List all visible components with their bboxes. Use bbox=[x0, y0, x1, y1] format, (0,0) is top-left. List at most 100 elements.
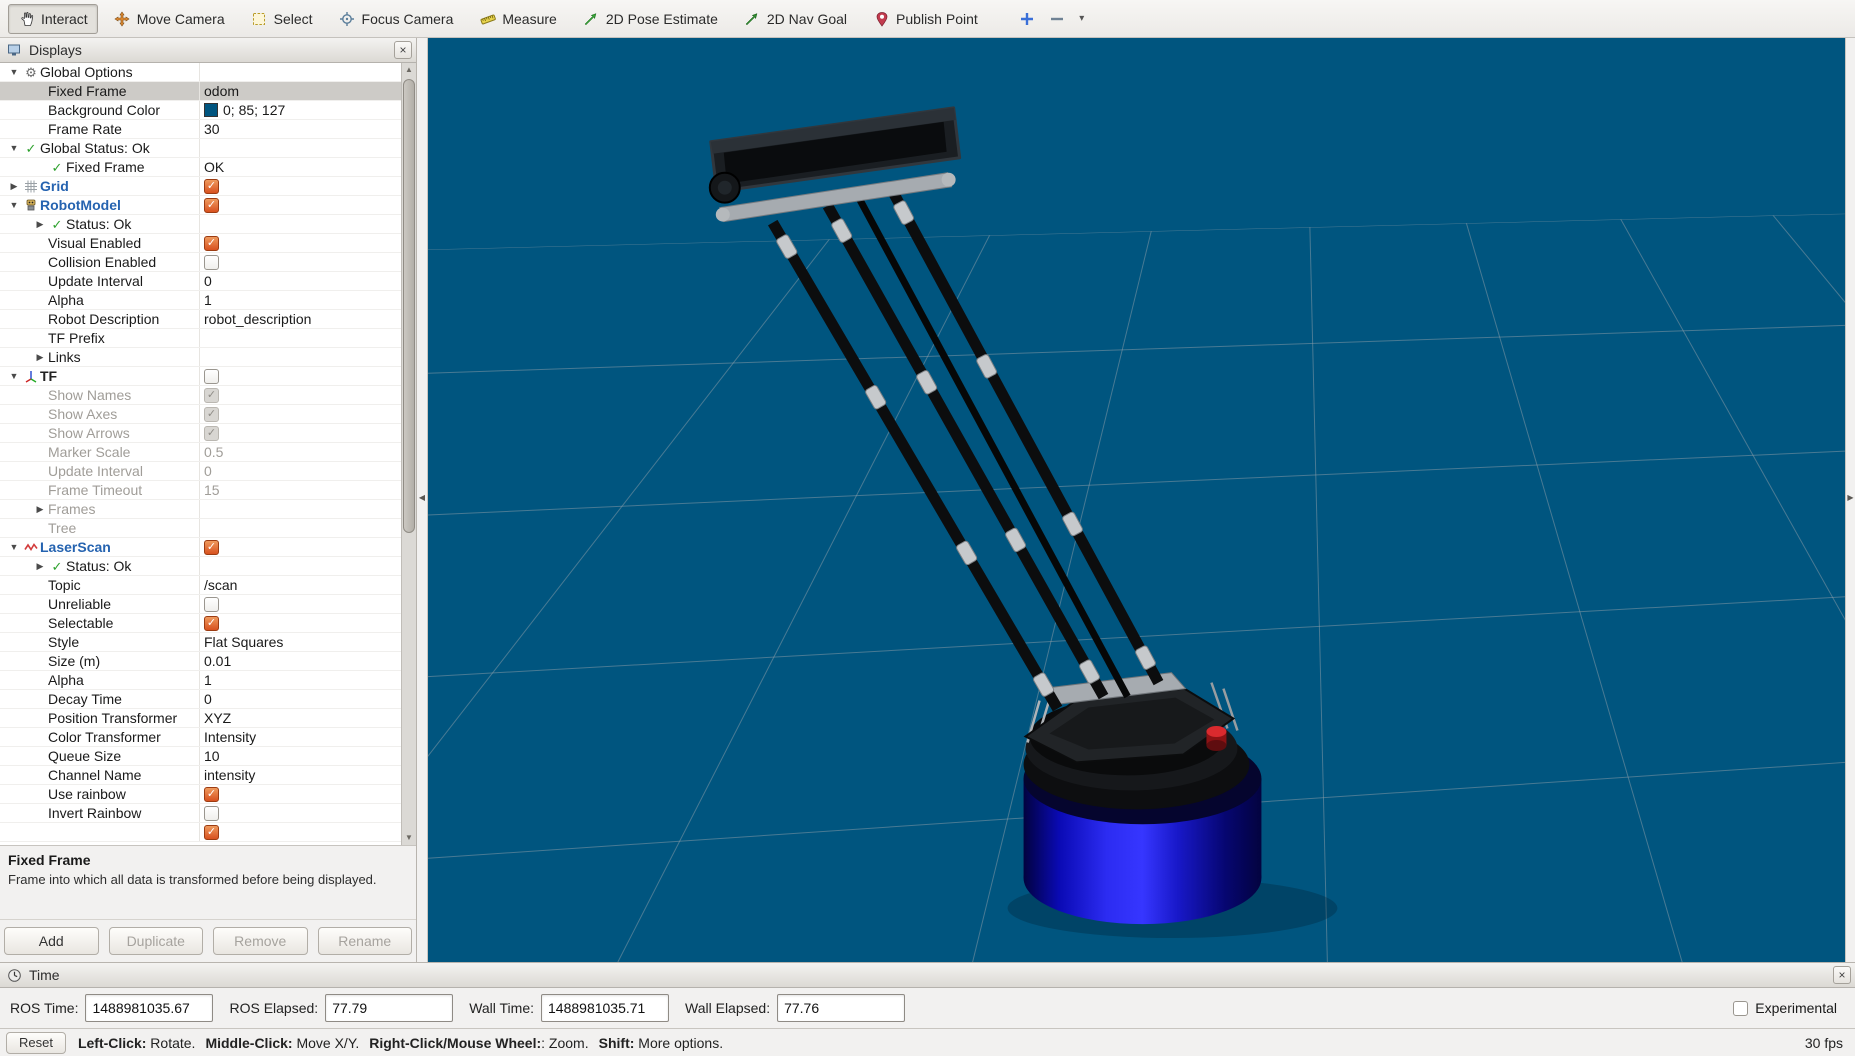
remove-tool-button[interactable] bbox=[1044, 6, 1070, 32]
property-value-cell[interactable]: XYZ bbox=[200, 709, 401, 727]
property-value-cell[interactable]: odom bbox=[200, 82, 401, 100]
expander-open-icon[interactable]: ▼ bbox=[6, 196, 22, 214]
property-value-cell[interactable]: ✓ bbox=[200, 234, 401, 252]
tool-select[interactable]: Select bbox=[241, 4, 323, 34]
property-value-cell[interactable]: /scan bbox=[200, 576, 401, 594]
checkbox-checked[interactable]: ✓ bbox=[204, 786, 219, 802]
property-value-cell[interactable]: 0 bbox=[200, 462, 401, 480]
property-value[interactable]: OK bbox=[204, 158, 224, 176]
displays-panel-header[interactable]: Displays × bbox=[0, 38, 416, 63]
property-value-cell[interactable]: ✓ bbox=[200, 614, 401, 632]
tool-2d-pose-estimate[interactable]: 2D Pose Estimate bbox=[573, 4, 728, 34]
checkbox-unchecked[interactable] bbox=[204, 254, 219, 270]
checkbox-checked[interactable]: ✓ bbox=[204, 539, 219, 555]
property-value[interactable]: 1 bbox=[204, 671, 212, 689]
property-value-cell[interactable]: OK bbox=[200, 158, 401, 176]
tree-row-grid[interactable]: ▶ Grid ✓ bbox=[0, 177, 401, 196]
expander-closed-icon[interactable]: ▶ bbox=[32, 215, 48, 233]
tree-row-visual-enabled[interactable]: Visual Enabled ✓ bbox=[0, 234, 401, 253]
displays-close-button[interactable]: × bbox=[394, 41, 412, 59]
duplicate-button[interactable]: Duplicate bbox=[108, 927, 203, 955]
checkbox-unchecked[interactable] bbox=[204, 596, 219, 612]
checkbox-checked[interactable]: ✓ bbox=[204, 178, 219, 194]
checkbox-checked[interactable]: ✓ bbox=[204, 235, 219, 251]
tree-row-selectable[interactable]: Selectable ✓ bbox=[0, 614, 401, 633]
expander-open-icon[interactable]: ▼ bbox=[6, 139, 22, 157]
tool-measure[interactable]: Measure bbox=[469, 4, 566, 34]
property-value-cell[interactable] bbox=[200, 329, 401, 347]
tree-row-update-interval[interactable]: Update Interval 0 bbox=[0, 462, 401, 481]
tool-move-camera[interactable]: Move Camera bbox=[104, 4, 235, 34]
property-value-cell[interactable]: ✓ bbox=[200, 538, 401, 556]
tree-row-style[interactable]: Style Flat Squares bbox=[0, 633, 401, 652]
property-value[interactable]: 10 bbox=[204, 747, 220, 765]
tree-row-show-arrows[interactable]: Show Arrows ✓ bbox=[0, 424, 401, 443]
property-value-cell[interactable]: 15 bbox=[200, 481, 401, 499]
property-value[interactable]: 0 bbox=[204, 462, 212, 480]
tree-row-update-interval[interactable]: Update Interval 0 bbox=[0, 272, 401, 291]
checkbox-unchecked[interactable] bbox=[204, 368, 219, 384]
property-value-cell[interactable]: 1 bbox=[200, 671, 401, 689]
experimental-toggle[interactable]: Experimental bbox=[1733, 1000, 1837, 1016]
tree-row-global-status-ok[interactable]: ▼ ✓ Global Status: Ok bbox=[0, 139, 401, 158]
tree-row-fixed-frame[interactable]: ✓ Fixed Frame OK bbox=[0, 158, 401, 177]
property-value[interactable]: XYZ bbox=[204, 709, 231, 727]
property-value[interactable]: 0.01 bbox=[204, 652, 231, 670]
tree-row-unreliable[interactable]: Unreliable bbox=[0, 595, 401, 614]
property-value-cell[interactable]: ✓ bbox=[200, 177, 401, 195]
tool-focus-camera[interactable]: Focus Camera bbox=[329, 4, 464, 34]
collapse-left-icon[interactable]: ◀ bbox=[417, 493, 427, 502]
property-value-cell[interactable]: 0 bbox=[200, 272, 401, 290]
expander-closed-icon[interactable]: ▶ bbox=[32, 557, 48, 575]
scroll-down-icon[interactable]: ▼ bbox=[402, 831, 416, 845]
tree-row-global-options[interactable]: ▼ ⚙ Global Options bbox=[0, 63, 401, 82]
expander-closed-icon[interactable]: ▶ bbox=[32, 500, 48, 518]
tree-row-tf-prefix[interactable]: TF Prefix bbox=[0, 329, 401, 348]
scrollbar-thumb[interactable] bbox=[403, 79, 415, 533]
remove-button[interactable]: Remove bbox=[213, 927, 308, 955]
tree-row[interactable]: ✓ bbox=[0, 823, 401, 842]
property-value[interactable]: 1 bbox=[204, 291, 212, 309]
time-close-button[interactable]: × bbox=[1833, 966, 1851, 984]
property-value-cell[interactable]: ✓ bbox=[200, 785, 401, 803]
tree-row-frame-rate[interactable]: Frame Rate 30 bbox=[0, 120, 401, 139]
time-field-value[interactable]: 77.79 bbox=[325, 994, 454, 1022]
tree-row-laserscan[interactable]: ▼ LaserScan ✓ bbox=[0, 538, 401, 557]
3d-viewport[interactable] bbox=[428, 38, 1845, 962]
property-value[interactable]: Flat Squares bbox=[204, 633, 283, 651]
property-value-cell[interactable]: Intensity bbox=[200, 728, 401, 746]
tree-row-robotmodel[interactable]: ▼ RobotModel ✓ bbox=[0, 196, 401, 215]
collapse-right-icon[interactable]: ▶ bbox=[1846, 493, 1855, 502]
expander-open-icon[interactable]: ▼ bbox=[6, 538, 22, 556]
tree-row-robot-description[interactable]: Robot Description robot_description bbox=[0, 310, 401, 329]
tree-row-marker-scale[interactable]: Marker Scale 0.5 bbox=[0, 443, 401, 462]
checkbox-checked[interactable]: ✓ bbox=[204, 197, 219, 213]
property-value-cell[interactable]: 30 bbox=[200, 120, 401, 138]
tree-row-fixed-frame[interactable]: Fixed Frame odom bbox=[0, 82, 401, 101]
time-field-value[interactable]: 1488981035.67 bbox=[85, 994, 214, 1022]
tree-row-decay-time[interactable]: Decay Time 0 bbox=[0, 690, 401, 709]
tree-row-collision-enabled[interactable]: Collision Enabled bbox=[0, 253, 401, 272]
tree-row-frame-timeout[interactable]: Frame Timeout 15 bbox=[0, 481, 401, 500]
tool-options-dropdown[interactable]: ▾ bbox=[1074, 6, 1090, 32]
tree-row-position-transformer[interactable]: Position Transformer XYZ bbox=[0, 709, 401, 728]
property-value-cell[interactable]: ✓ bbox=[200, 424, 401, 442]
property-value-cell[interactable]: ✓ bbox=[200, 405, 401, 423]
property-value[interactable]: intensity bbox=[204, 766, 255, 784]
property-value-cell[interactable]: 0; 85; 127 bbox=[200, 101, 401, 119]
add-button[interactable]: Add bbox=[4, 927, 99, 955]
property-value-cell[interactable]: Flat Squares bbox=[200, 633, 401, 651]
tree-row-background-color[interactable]: Background Color 0; 85; 127 bbox=[0, 101, 401, 120]
tree-row-status-ok[interactable]: ▶ ✓ Status: Ok bbox=[0, 557, 401, 576]
tree-row-color-transformer[interactable]: Color Transformer Intensity bbox=[0, 728, 401, 747]
expander-open-icon[interactable]: ▼ bbox=[6, 367, 22, 385]
color-swatch[interactable] bbox=[204, 103, 218, 117]
tree-row-show-names[interactable]: Show Names ✓ bbox=[0, 386, 401, 405]
displays-scrollbar[interactable]: ▲ ▼ bbox=[401, 63, 416, 845]
tool-interact[interactable]: Interact bbox=[8, 3, 98, 34]
property-value[interactable]: 0.5 bbox=[204, 443, 223, 461]
property-value[interactable]: 0 bbox=[204, 690, 212, 708]
property-value[interactable]: /scan bbox=[204, 576, 237, 594]
rename-button[interactable]: Rename bbox=[317, 927, 412, 955]
property-value-cell[interactable]: 0.01 bbox=[200, 652, 401, 670]
